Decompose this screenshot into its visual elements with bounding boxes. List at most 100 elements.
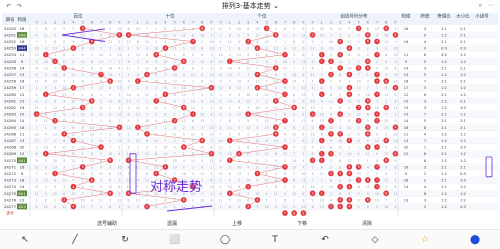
omission-cell: 5 [302,47,304,51]
omission-cell: 10 [80,198,84,202]
omission-cell: 4 [302,73,304,77]
page-title[interactable]: 排列3-基本走势 ⌄ [222,1,279,11]
omission-cell: 5 [54,33,56,37]
stat-cell: 2:1 [441,93,447,97]
omission-cell: 2 [210,165,212,169]
omission-cell: 10 [71,99,75,103]
omission-cell: 5 [275,93,277,97]
omission-cell: 9 [210,66,212,70]
omission-cell: 2 [220,93,222,97]
omission-cell: 13 [320,119,324,123]
omission-cell: 13 [384,126,388,130]
omission-cell: 2 [293,198,295,202]
sum-cell: 906 [18,32,26,37]
selector-ball-label: 7 [284,211,286,215]
omission-cell: 4 [312,172,314,176]
omission-cell: 11 [255,165,259,169]
omission-cell: 4 [128,80,130,84]
omission-cell: 11 [218,198,222,202]
stat-cell: 17 [404,86,409,90]
group-ball-label: 7 [376,165,378,169]
select-icon[interactable]: ↖ [15,235,35,245]
omission-cell: 3 [201,126,203,130]
group-ball-label: 4 [348,73,350,77]
ball-label: 3 [63,198,65,202]
omission-cell: 6 [201,47,203,51]
eraser-icon[interactable]: ◇ [365,235,385,245]
omission-cell: 7 [72,179,74,183]
group-ball-label: 3 [339,185,341,189]
omission-cell: 10 [320,113,324,117]
pen-color-icon[interactable]: ⬤ [465,235,485,245]
group-ball-label: 4 [348,93,350,97]
omission-cell: 2 [118,205,120,209]
rectangle-icon[interactable]: ⬜ [165,235,185,245]
omission-cell: 1 [155,27,157,31]
group-ball-label: 7 [376,93,378,97]
omission-cell: 9 [312,126,314,130]
assist-button[interactable]: 选号辅助 [97,220,117,227]
omission-cell: 7 [210,33,212,37]
omission-cell: 13 [393,139,397,143]
omission-cell: 10 [320,198,324,202]
group-ball-label: 1 [321,79,323,83]
sum-cell: 17 [20,85,25,90]
omission-cell: 1 [275,27,277,31]
omission-cell: 6 [385,53,387,57]
ball-label: 6 [275,33,277,37]
circle-icon[interactable]: ◯ [215,235,235,245]
omission-cell: 1 [201,93,203,97]
omission-cell: 13 [246,99,250,103]
stat-cell: 3 [424,66,426,70]
omission-cell: 1 [183,66,185,70]
omission-cell: 8 [238,132,240,136]
omission-cell: 13 [384,40,388,44]
omission-cell: 8 [100,106,102,110]
omission-cell: 3 [229,80,231,84]
undo-icon[interactable]: ↶ [6,3,11,10]
undo-tool-icon[interactable]: ↶ [315,235,335,245]
clear-button[interactable]: 清除 [362,220,372,227]
omission-cell: 8 [385,172,387,176]
redo-icon[interactable]: ↷ [17,3,22,10]
omission-cell: 4 [302,159,304,163]
omission-cell: 1 [192,165,194,169]
omission-cell: 11 [90,185,94,189]
stat-cell: 7 [424,113,426,117]
omission-cell: 5 [137,152,139,156]
omission-cell: 10 [108,152,112,156]
curve-icon[interactable]: ↻ [115,235,135,245]
omission-cell: 3 [192,27,194,31]
omission-cell: 5 [91,86,93,90]
omission-cell: 13 [274,139,278,143]
omission-cell: 12 [145,152,149,156]
omission-cell: 5 [82,73,84,77]
omission-cell: 4 [192,86,194,90]
more-icon[interactable]: ⋯ [488,2,494,10]
omission-cell: 3 [137,205,139,209]
move-up-button[interactable]: 上移 [232,220,242,227]
omission-cell: 7 [266,113,268,117]
omission-cell: 6 [293,179,295,183]
search-icon[interactable]: ⌕ [479,2,482,10]
omission-cell: 13 [172,165,176,169]
omission-cell: 9 [109,179,111,183]
omission-cell: 11 [320,172,324,176]
omission-cell: 12 [80,60,84,64]
omit-button[interactable]: 遗漏 [167,220,177,227]
omission-cell: 3 [220,152,222,156]
omission-cell: 5 [72,60,74,64]
stat-cell: 2:1 [460,165,466,169]
favorite-icon[interactable]: ☆ [415,235,435,245]
text-icon[interactable]: T [265,235,285,245]
omission-cell: 12 [200,146,204,150]
omission-cell: 13 [90,132,94,136]
move-down-button[interactable]: 下移 [297,220,307,227]
omission-cell: 9 [192,126,194,130]
omission-cell: 4 [275,205,277,209]
omission-cell: 4 [330,113,332,117]
omission-cell: 8 [358,132,360,136]
line-icon[interactable]: ╱ [65,235,85,245]
omission-cell: 9 [339,165,341,169]
omission-cell: 2 [339,179,341,183]
